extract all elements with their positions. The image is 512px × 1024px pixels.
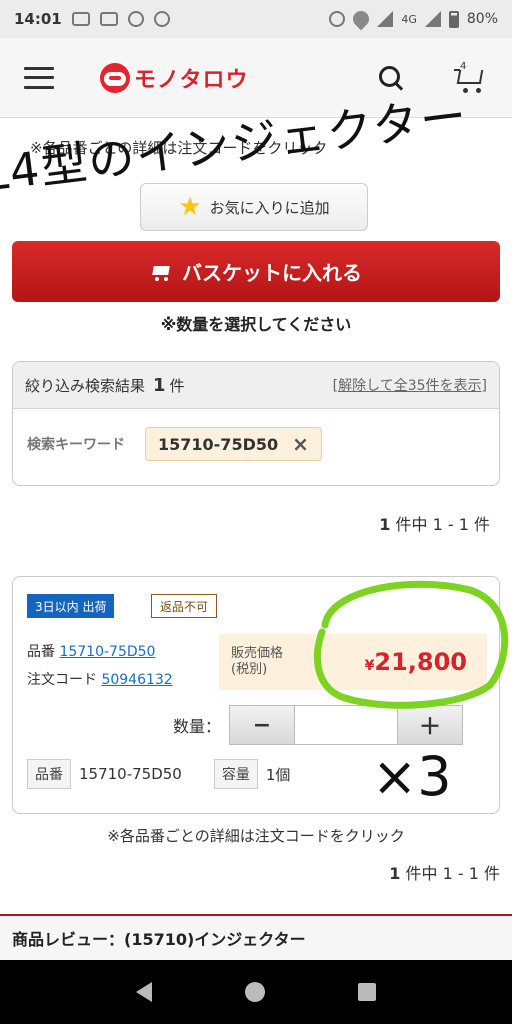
- part-number-line: 品番 15710-75D50: [27, 641, 155, 661]
- item-card: 3日以内 出荷 返品不可 品番 15710-75D50 注文コード 509461…: [12, 576, 500, 814]
- keyword-label: 検索キーワード: [27, 437, 125, 453]
- filter-title: 絞り込み検索結果: [25, 376, 146, 395]
- add-to-basket-button[interactable]: バスケットに入れる: [12, 241, 500, 302]
- part-number-label: 品番: [27, 644, 55, 660]
- result-count-number: 1: [379, 515, 391, 534]
- status-time: 14:01: [14, 10, 62, 28]
- add-favorite-label: お気に入りに追加: [209, 198, 330, 217]
- filter-header: 絞り込み検索結果 1 件 [解除して全35件を表示]: [13, 362, 499, 409]
- logo-mascot-icon: [100, 62, 130, 93]
- network-type: 4G: [401, 12, 417, 26]
- result-count: 1 件中 1 - 1 件: [379, 511, 490, 535]
- keyword-value: 15710-75D50: [158, 434, 279, 454]
- quantity-note: ※数量を選択してください: [160, 315, 352, 334]
- spec-capacity-key: 容量: [213, 759, 258, 789]
- close-icon[interactable]: ×: [292, 432, 309, 456]
- logo[interactable]: モノタロウ: [100, 62, 249, 94]
- price-label-line2: (税別): [231, 662, 268, 677]
- order-code-note-bottom: ※各品番ごとの詳細は注文コードをクリック: [107, 827, 405, 845]
- search-icon[interactable]: [378, 65, 404, 91]
- logo-text: モノタロウ: [134, 67, 249, 93]
- battery-level: 80%: [466, 11, 498, 27]
- menu-icon[interactable]: [24, 66, 54, 89]
- no-return-badge: 返品不可: [151, 594, 218, 618]
- payment-notification-icon: [153, 11, 170, 27]
- review-bar[interactable]: 商品レビュー：(15710)インジェクター: [0, 914, 512, 960]
- quantity-label: 数量：: [173, 717, 222, 736]
- spec-row: 品番 15710-75D50 容量 1個: [27, 759, 314, 789]
- cart-icon: [150, 263, 172, 281]
- price-value: ¥21,800: [365, 648, 467, 676]
- app-notification-icon: [99, 12, 118, 26]
- battery-icon: [448, 10, 459, 28]
- status-bar: 14:01 4G 80%: [0, 0, 512, 38]
- back-icon[interactable]: [136, 982, 153, 1002]
- reset-filter-link[interactable]: [解除して全35件を表示]: [333, 375, 487, 395]
- price-box: 販売価格 (税別) ¥21,800: [219, 634, 487, 690]
- wifi-icon: [350, 7, 373, 31]
- cart-icon[interactable]: 4: [454, 61, 488, 95]
- spec-part-value: 15710-75D50: [79, 765, 182, 783]
- chat-notification-icon: [127, 11, 144, 27]
- part-number-link[interactable]: 15710-75D50: [59, 644, 155, 660]
- signal-icon-2: [424, 11, 441, 27]
- signal-icon: [377, 11, 394, 27]
- filter-count-unit: 件: [169, 376, 185, 395]
- do-not-disturb-icon: [329, 11, 346, 27]
- spec-capacity-value: 1個: [265, 765, 291, 784]
- main-content: ※各品番ごとの詳細は注文コードをクリック ★ お気に入りに追加 バスケットに入れ…: [0, 119, 512, 914]
- spec-part-key: 品番: [27, 759, 71, 789]
- add-to-basket-label: バスケットに入れる: [182, 261, 362, 285]
- home-icon[interactable]: [244, 982, 265, 1002]
- result-count-number-bottom: 1: [389, 864, 401, 883]
- star-icon: ★: [178, 192, 202, 222]
- filter-results-box: 絞り込み検索結果 1 件 [解除して全35件を表示] 検索キーワード 15710…: [12, 361, 500, 486]
- order-code-line: 注文コード 50946132: [27, 669, 173, 689]
- filter-count: 1: [153, 374, 166, 396]
- add-favorite-button[interactable]: ★ お気に入りに追加: [140, 183, 368, 231]
- system-nav-bar: [0, 960, 512, 1024]
- price-currency: ¥: [364, 658, 375, 674]
- quantity-stepper: 数量： − ＋: [173, 705, 464, 745]
- order-code-note: ※各品番ごとの詳細は注文コードをクリック: [30, 139, 328, 157]
- order-code-link[interactable]: 50946132: [101, 672, 172, 688]
- result-count-text: 件中 1 - 1 件: [395, 515, 490, 534]
- price-amount: 21,800: [374, 648, 467, 676]
- filter-body: 検索キーワード 15710-75D50 ×: [13, 409, 499, 479]
- result-count-bottom: 1 件中 1 - 1 件: [389, 860, 500, 884]
- app-header: モノタロウ 4: [0, 38, 512, 118]
- quantity-increase-button[interactable]: ＋: [397, 705, 464, 745]
- order-code-label: 注文コード: [27, 672, 97, 688]
- price-label-line1: 販売価格: [231, 646, 284, 661]
- recent-apps-icon[interactable]: [357, 983, 376, 1001]
- shipping-badge: 3日以内 出荷: [27, 594, 115, 618]
- keyword-chip: 15710-75D50 ×: [145, 427, 322, 461]
- gallery-notification-icon: [71, 12, 90, 26]
- quantity-input[interactable]: [295, 705, 398, 745]
- result-count-text-bottom: 件中 1 - 1 件: [405, 864, 500, 883]
- quantity-decrease-button[interactable]: −: [229, 705, 296, 745]
- price-label: 販売価格 (税別): [231, 646, 311, 678]
